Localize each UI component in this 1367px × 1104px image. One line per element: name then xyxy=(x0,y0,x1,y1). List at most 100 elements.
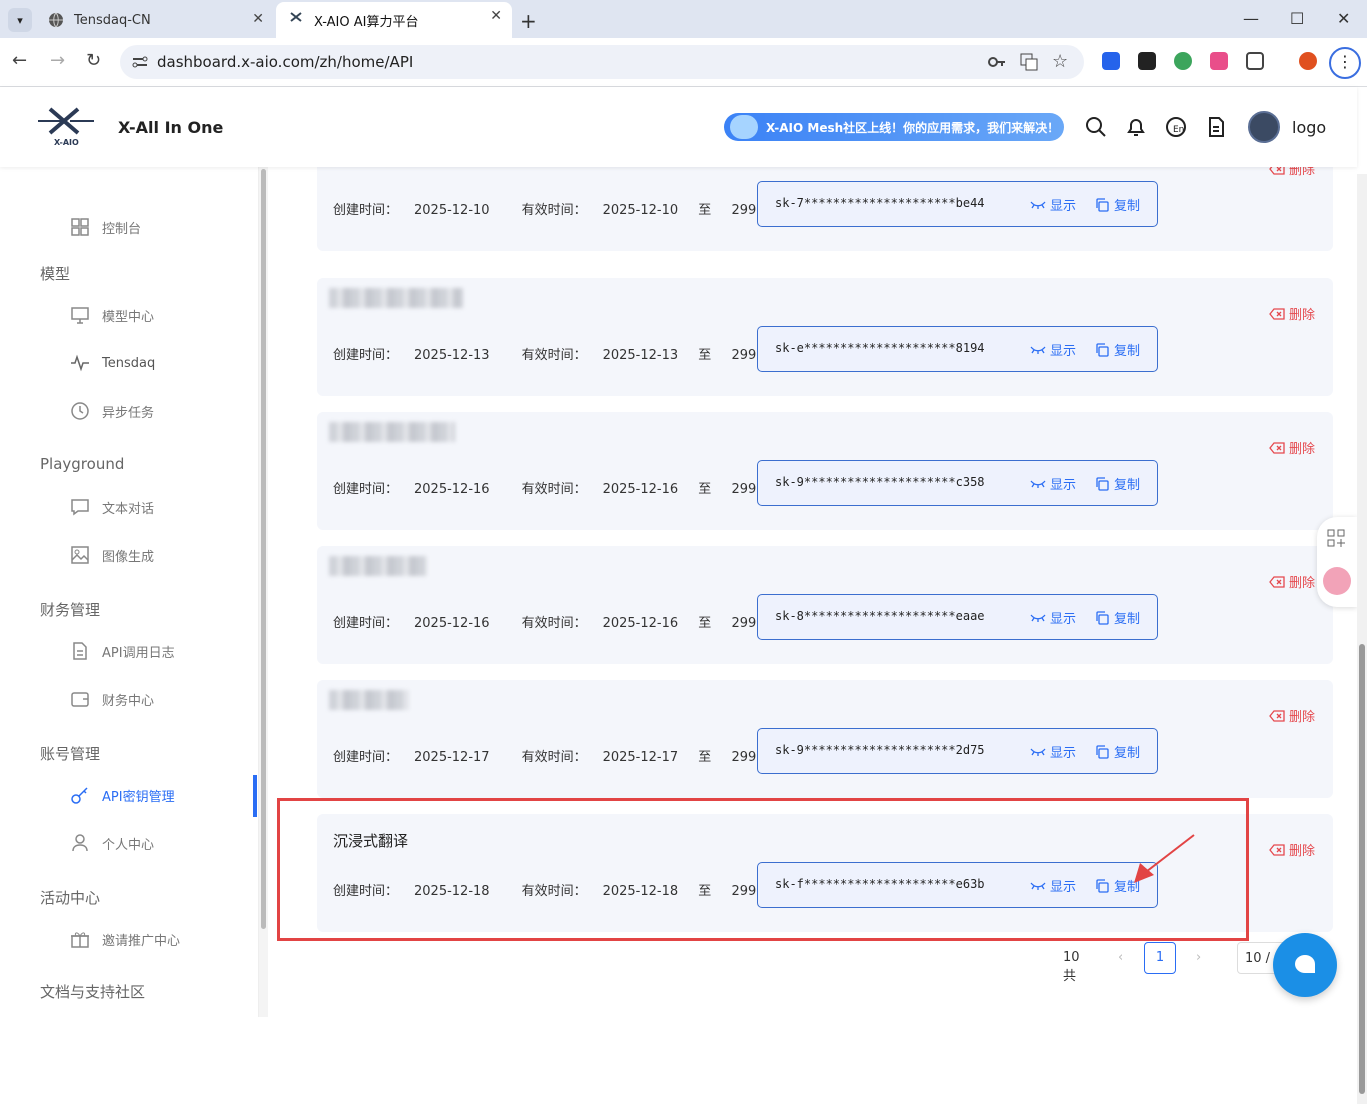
sidebar-item-api-log[interactable]: API调用日志 xyxy=(70,641,175,661)
translate-icon[interactable] xyxy=(1020,53,1038,71)
apps-grid-icon[interactable] xyxy=(1327,529,1345,547)
tab-xaio[interactable]: X-AIO AI算力平台 ✕ xyxy=(276,2,512,38)
copy-key-button[interactable]: 复制 xyxy=(1094,340,1140,359)
copy-key-button[interactable]: 复制 xyxy=(1094,195,1140,214)
translate-float-icon[interactable] xyxy=(1323,567,1351,595)
avatar[interactable] xyxy=(1248,111,1280,143)
delete-key-button[interactable]: 删除 xyxy=(1269,304,1315,323)
show-key-button[interactable]: 显示 xyxy=(1030,195,1076,214)
tab-title: Tensdaq-CN xyxy=(74,12,151,28)
extensions-puzzle-icon[interactable] xyxy=(1246,52,1264,70)
delete-label: 删除 xyxy=(1289,844,1316,859)
delete-label: 删除 xyxy=(1289,167,1316,178)
sidebar-section-finance: 财务管理 xyxy=(40,601,101,619)
key-password-icon[interactable] xyxy=(988,55,1006,69)
delete-icon xyxy=(1269,167,1285,175)
sidebar-item-console[interactable]: 控制台 xyxy=(70,217,141,237)
sidebar-item-async-tasks[interactable]: 异步任务 xyxy=(70,401,154,421)
chevron-right-icon[interactable]: › xyxy=(1196,950,1201,965)
page-scrollbar-thumb[interactable] xyxy=(1359,644,1365,1094)
copy-icon xyxy=(1096,197,1109,212)
sidebar-item-api-keys[interactable]: API密钥管理 xyxy=(70,785,175,805)
delete-key-button[interactable]: 删除 xyxy=(1269,706,1315,725)
browser-menu-icon[interactable]: ⋮ xyxy=(1329,47,1361,79)
delete-icon xyxy=(1269,441,1285,454)
bitwarden-extension-icon[interactable] xyxy=(1102,52,1120,70)
delete-key-button[interactable]: 删除 xyxy=(1269,840,1315,859)
xaio-logo-icon[interactable]: X-AIO xyxy=(36,105,96,149)
site-info-icon[interactable] xyxy=(132,55,148,69)
forward-icon[interactable]: → xyxy=(50,50,65,71)
page-scrollbar[interactable] xyxy=(1357,174,1367,1104)
profile-avatar-icon[interactable] xyxy=(1299,52,1317,70)
reload-icon[interactable]: ↻ xyxy=(86,50,101,71)
new-tab-button[interactable]: + xyxy=(520,9,537,33)
copy-icon xyxy=(1096,476,1109,491)
page-button-current[interactable]: 1 xyxy=(1144,942,1176,974)
search-icon[interactable] xyxy=(1084,115,1108,139)
app: X-AIO X-All In One X-AIO Mesh社区上线！你的应用需求… xyxy=(0,87,1367,1104)
username[interactable]: logo xyxy=(1292,118,1326,137)
sidebar-item-text-chat[interactable]: 文本对话 xyxy=(70,497,154,517)
chat-support-button[interactable] xyxy=(1273,933,1337,997)
api-key-card: 创建时间：2025-12-13有效时间：2025-12-13 至 2999-12… xyxy=(317,278,1333,396)
sidebar-item-finance-center[interactable]: 财务中心 xyxy=(70,689,154,709)
sidebar-scrollbar-thumb[interactable] xyxy=(261,169,266,929)
copy-key-button[interactable]: 复制 xyxy=(1094,474,1140,493)
copy-key-button[interactable]: 复制 xyxy=(1094,608,1140,627)
extension-frog-icon[interactable] xyxy=(1174,52,1192,70)
address-bar[interactable]: dashboard.x-aio.com/zh/home/API ☆ xyxy=(120,45,1084,79)
delete-icon xyxy=(1269,307,1285,320)
sidebar-section-docs: 文档与支持社区 xyxy=(40,983,146,1001)
minimize-icon[interactable]: — xyxy=(1243,9,1259,28)
tab-search-button[interactable]: ▾ xyxy=(8,8,32,32)
sidebar-item-label: 图像生成 xyxy=(102,549,155,565)
wallet-icon xyxy=(71,692,89,707)
copy-key-button[interactable]: 复制 xyxy=(1094,742,1140,761)
maximize-icon[interactable]: ☐ xyxy=(1290,9,1304,28)
close-icon[interactable]: ✕ xyxy=(490,8,502,24)
sidebar-item-label: 模型中心 xyxy=(102,309,155,325)
sidebar-scrollbar[interactable] xyxy=(258,167,268,1017)
show-key-button[interactable]: 显示 xyxy=(1030,340,1076,359)
close-icon[interactable]: ✕ xyxy=(252,11,264,27)
sidebar-item-tensdaq[interactable]: Tensdaq xyxy=(70,353,155,373)
show-key-button[interactable]: 显示 xyxy=(1030,474,1076,493)
key-box: sk-9*********************2d75 显示 复制 xyxy=(757,728,1158,774)
copy-label: 复制 xyxy=(1114,478,1141,493)
delete-key-button[interactable]: 删除 xyxy=(1269,572,1315,591)
document-icon[interactable] xyxy=(1204,115,1228,139)
created-label: 创建时间： xyxy=(333,482,399,497)
sidebar-item-label: 邀请推广中心 xyxy=(102,933,181,949)
chevron-left-icon[interactable]: ‹ xyxy=(1118,950,1123,965)
announcement-banner[interactable]: X-AIO Mesh社区上线！你的应用需求，我们来解决！ xyxy=(724,113,1064,141)
sidebar-item-image-gen[interactable]: 图像生成 xyxy=(70,545,154,565)
copy-label: 复制 xyxy=(1114,344,1141,359)
back-icon[interactable]: ← xyxy=(12,50,27,71)
created-date: 2025-12-13 xyxy=(414,348,490,363)
sidebar-item-model-center[interactable]: 模型中心 xyxy=(70,305,154,325)
bookmark-star-icon[interactable]: ☆ xyxy=(1052,51,1068,72)
window-close-icon[interactable]: ✕ xyxy=(1337,9,1350,28)
masked-key: sk-9*********************c358 xyxy=(775,475,985,489)
tab-tensdaq[interactable]: Tensdaq-CN ✕ xyxy=(36,5,274,35)
api-key-card: 创建时间：2025-12-16有效时间：2025-12-16 至 2999-12… xyxy=(317,546,1333,664)
show-key-button[interactable]: 显示 xyxy=(1030,608,1076,627)
bell-icon[interactable] xyxy=(1124,115,1148,139)
created-label: 创建时间： xyxy=(333,616,399,631)
extension-icon[interactable] xyxy=(1138,52,1156,70)
delete-label: 删除 xyxy=(1289,442,1316,457)
delete-key-button[interactable]: 删除 xyxy=(1269,438,1315,457)
show-key-button[interactable]: 显示 xyxy=(1030,742,1076,761)
pagination-total: 10 共 xyxy=(1063,950,1080,984)
language-globe-icon[interactable]: En xyxy=(1164,115,1188,139)
delete-key-button[interactable]: 删除 xyxy=(1269,167,1315,178)
sidebar-item-profile[interactable]: 个人中心 xyxy=(70,833,154,853)
sidebar-item-referral[interactable]: 邀请推广中心 xyxy=(70,929,180,949)
svg-text:X-AIO: X-AIO xyxy=(54,138,79,147)
delete-icon xyxy=(1269,575,1285,588)
immersive-translate-extension-icon[interactable] xyxy=(1210,52,1228,70)
sidebar-item-label: API调用日志 xyxy=(102,645,175,661)
to-label: 至 xyxy=(698,203,712,218)
gift-icon xyxy=(71,932,89,948)
